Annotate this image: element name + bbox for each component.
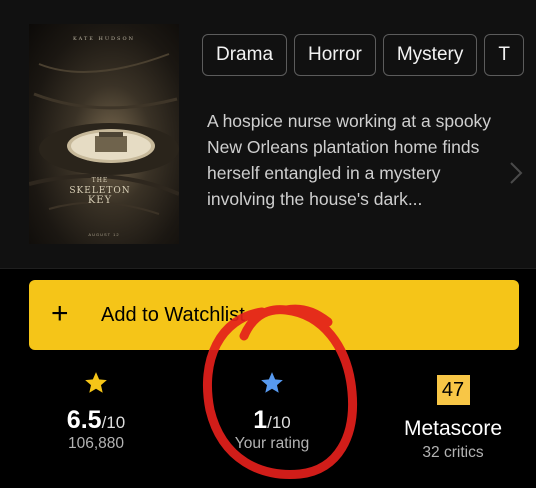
- movie-poster[interactable]: KATE HUDSON THE SKELETON KEY AUGUST 12: [29, 24, 179, 244]
- genre-chip[interactable]: Drama: [202, 34, 288, 76]
- your-rating-label: Your rating: [234, 435, 310, 452]
- add-to-watchlist-button[interactable]: + Add to Watchlist: [29, 280, 519, 350]
- imdb-rating[interactable]: 6.5/10 106,880: [40, 370, 152, 454]
- star-icon: [261, 372, 283, 393]
- poster-artwork: [29, 53, 179, 215]
- metascore-critics: 32 critics: [422, 444, 484, 461]
- poster-actor-name: KATE HUDSON: [73, 36, 135, 42]
- watchlist-label: Add to Watchlist: [101, 304, 245, 326]
- genre-chips: Drama Horror Mystery T: [202, 34, 536, 76]
- imdb-rating-value: 6.5: [66, 406, 102, 434]
- metascore[interactable]: 47 Metascore 32 critics: [386, 370, 520, 463]
- star-icon: [85, 372, 107, 393]
- imdb-rating-scale: /10: [101, 413, 126, 432]
- your-rating-value: 1: [253, 406, 268, 434]
- genre-chip[interactable]: T: [484, 34, 524, 76]
- title-overview-section: KATE HUDSON THE SKELETON KEY AUGUST 12 D…: [0, 0, 536, 268]
- poster-title-small: THE: [91, 177, 109, 184]
- poster-title: THE SKELETON KEY: [65, 176, 135, 206]
- metascore-label: Metascore: [403, 417, 503, 440]
- genre-chip[interactable]: Mystery: [382, 34, 478, 76]
- divider: [0, 268, 536, 269]
- plus-icon: +: [51, 297, 69, 330]
- your-rating-scale: /10: [267, 413, 291, 432]
- poster-release-date: AUGUST 12: [88, 232, 120, 237]
- imdb-vote-count: 106,880: [67, 435, 125, 452]
- plot-summary[interactable]: A hospice nurse working at a spooky New …: [207, 108, 492, 212]
- genre-chip[interactable]: Horror: [294, 34, 376, 76]
- metascore-badge: 47: [436, 375, 470, 405]
- chevron-right-icon[interactable]: [508, 160, 524, 186]
- your-rating[interactable]: 1/10 Your rating: [212, 370, 332, 454]
- poster-title-key: KEY: [87, 195, 113, 206]
